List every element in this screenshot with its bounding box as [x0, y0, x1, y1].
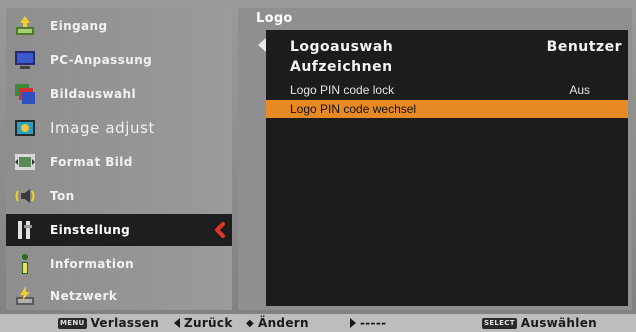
select-hint: SELECT Auswählen	[482, 315, 597, 331]
menu-row-logo-pin-code-wechsel[interactable]: Logo PIN code wechsel	[266, 100, 628, 118]
network-icon	[12, 284, 38, 308]
bottom-help-bar: MENU Verlassen Zurück ◆ Ändern ----- SEL…	[0, 314, 636, 332]
image-adjust-icon	[12, 116, 38, 140]
sound-icon	[12, 184, 38, 208]
right-arrow-icon	[350, 318, 356, 328]
sidebar-item-ton[interactable]: Ton	[6, 180, 232, 212]
sidebar-item-format-bild[interactable]: Format Bild	[6, 146, 232, 178]
menu-row-logoauswahl[interactable]: Logoauswah Benutzer	[266, 37, 628, 57]
exit-hint: MENU Verlassen	[58, 315, 159, 331]
main-menu-sidebar: Eingang PC-Anpassung Bildauswahl Image a…	[6, 8, 232, 310]
menu-row-aufzeichnen[interactable]: Aufzeichnen	[266, 57, 628, 77]
menu-key-icon: MENU	[58, 317, 87, 329]
sidebar-item-image-adjust[interactable]: Image adjust	[6, 112, 232, 144]
sidebar-item-einstellung[interactable]: Einstellung	[6, 214, 232, 246]
panel-title: Logo	[256, 11, 293, 26]
back-hint: Zurück	[174, 315, 233, 331]
information-icon	[12, 252, 38, 276]
sidebar-item-bildauswahl[interactable]: Bildauswahl	[6, 78, 232, 110]
sidebar-item-label: Einstellung	[50, 223, 131, 237]
row-value: Benutzer	[546, 39, 622, 55]
sidebar-item-label: Ton	[50, 189, 75, 203]
row-label: Logoauswah	[290, 39, 394, 55]
sidebar-item-label: Netzwerk	[50, 289, 118, 303]
input-icon	[12, 14, 38, 38]
change-label: Ändern	[258, 316, 309, 330]
exit-label: Verlassen	[90, 316, 160, 330]
sidebar-item-label: Format Bild	[50, 155, 133, 169]
select-key-icon: SELECT	[482, 317, 517, 329]
updown-arrow-icon: ◆	[246, 317, 254, 329]
sidebar-item-label: Image adjust	[50, 119, 156, 137]
back-pointer-icon	[258, 38, 266, 52]
sidebar-item-label: Eingang	[50, 19, 108, 33]
projector-osd: Eingang PC-Anpassung Bildauswahl Image a…	[0, 0, 636, 314]
sidebar-item-information[interactable]: Information	[6, 248, 232, 280]
row-value: Aus	[569, 83, 590, 97]
screen-format-icon	[12, 150, 38, 174]
row-label: Logo PIN code wechsel	[290, 102, 417, 116]
sidebar-item-pc-anpassung[interactable]: PC-Anpassung	[6, 44, 232, 76]
menu-row-logo-pin-code-lock[interactable]: Logo PIN code lock Aus	[266, 81, 628, 99]
sidebar-item-eingang[interactable]: Eingang	[6, 10, 232, 42]
change-hint: ◆ Ändern	[246, 315, 309, 331]
left-arrow-icon	[174, 318, 180, 328]
next-label: -----	[360, 316, 387, 330]
row-label: Logo PIN code lock	[290, 83, 395, 97]
logo-submenu-panel: Logo Logoauswah Benutzer Aufzeichnen Log…	[238, 8, 632, 310]
row-label: Aufzeichnen	[290, 59, 393, 75]
setting-icon	[12, 218, 38, 242]
pc-adjust-icon	[12, 48, 38, 72]
back-label: Zurück	[184, 316, 233, 330]
select-label: Auswählen	[520, 316, 597, 330]
submenu-list: Logoauswah Benutzer Aufzeichnen Logo PIN…	[266, 30, 628, 306]
sidebar-item-label: PC-Anpassung	[50, 53, 153, 67]
sidebar-item-label: Information	[50, 257, 135, 271]
image-select-icon	[12, 82, 38, 106]
sidebar-item-netzwerk[interactable]: Netzwerk	[6, 280, 232, 312]
next-hint: -----	[350, 315, 386, 331]
selected-arrow-icon	[212, 222, 228, 238]
sidebar-item-label: Bildauswahl	[50, 87, 136, 101]
